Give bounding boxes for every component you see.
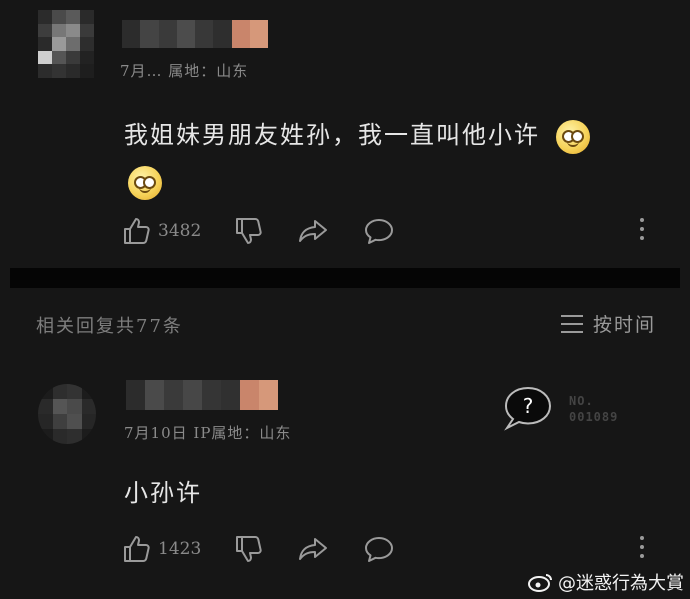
thumbs-down-icon bbox=[236, 536, 262, 562]
comment-body: 我姐妹男朋友姓孙，我一直叫他小许 bbox=[124, 121, 540, 149]
speech-bubble-icon bbox=[365, 219, 393, 244]
username-redacted[interactable] bbox=[126, 380, 278, 410]
comment-text: 我姐妹男朋友姓孙，我一直叫他小许 bbox=[124, 112, 644, 204]
share-button[interactable] bbox=[298, 529, 328, 569]
like-count: 1423 bbox=[158, 539, 202, 559]
sort-lines-icon bbox=[560, 314, 583, 333]
watermark-text: @迷惑行為大賞 bbox=[558, 573, 684, 594]
sort-label: 按时间 bbox=[592, 314, 656, 336]
like-button[interactable]: 1423 bbox=[122, 529, 201, 569]
more-options-icon[interactable] bbox=[638, 218, 646, 240]
share-arrow-icon bbox=[299, 538, 327, 560]
comment-actions: 3482 bbox=[0, 211, 690, 251]
dislike-button[interactable] bbox=[234, 211, 264, 251]
more-options-icon[interactable] bbox=[638, 536, 646, 558]
smirk-emoji-icon bbox=[555, 119, 590, 154]
question-bubble-icon: ? bbox=[504, 386, 552, 431]
section-divider bbox=[10, 268, 680, 288]
badge-question-mark: ? bbox=[523, 394, 534, 418]
comment-text: 小孙许 bbox=[124, 479, 202, 507]
reply-button[interactable] bbox=[364, 211, 394, 251]
thumbs-down-icon bbox=[236, 218, 262, 244]
comment-actions: 1423 bbox=[0, 529, 690, 569]
username-redacted[interactable] bbox=[122, 20, 268, 48]
badge-number: NO. 001089 bbox=[569, 394, 619, 424]
dislike-button[interactable] bbox=[234, 529, 264, 569]
thumbs-up-icon bbox=[124, 218, 150, 244]
sort-by-time-button[interactable]: 按时间 bbox=[560, 310, 656, 337]
share-arrow-icon bbox=[299, 220, 327, 242]
like-button[interactable]: 3482 bbox=[122, 211, 201, 251]
reply-button[interactable] bbox=[364, 529, 394, 569]
weibo-logo-icon bbox=[528, 574, 552, 592]
like-count: 3482 bbox=[158, 221, 202, 241]
thumbs-up-icon bbox=[124, 536, 150, 562]
weibo-watermark: @迷惑行為大賞 bbox=[528, 569, 684, 595]
smirk-emoji-icon bbox=[128, 165, 162, 200]
comment-meta: 7月… 属地：山东 bbox=[120, 62, 249, 80]
comment-meta: 7月10日 IP属地：山东 bbox=[124, 424, 292, 442]
avatar[interactable] bbox=[38, 10, 94, 78]
speech-bubble-icon bbox=[365, 537, 393, 562]
comment-thread-screen: 7月… 属地：山东 我姐妹男朋友姓孙，我一直叫他小许 3482 相关回复共77条… bbox=[0, 0, 690, 599]
replies-count-header: 相关回复共77条 bbox=[36, 316, 183, 337]
avatar[interactable] bbox=[38, 384, 96, 444]
share-button[interactable] bbox=[298, 211, 328, 251]
